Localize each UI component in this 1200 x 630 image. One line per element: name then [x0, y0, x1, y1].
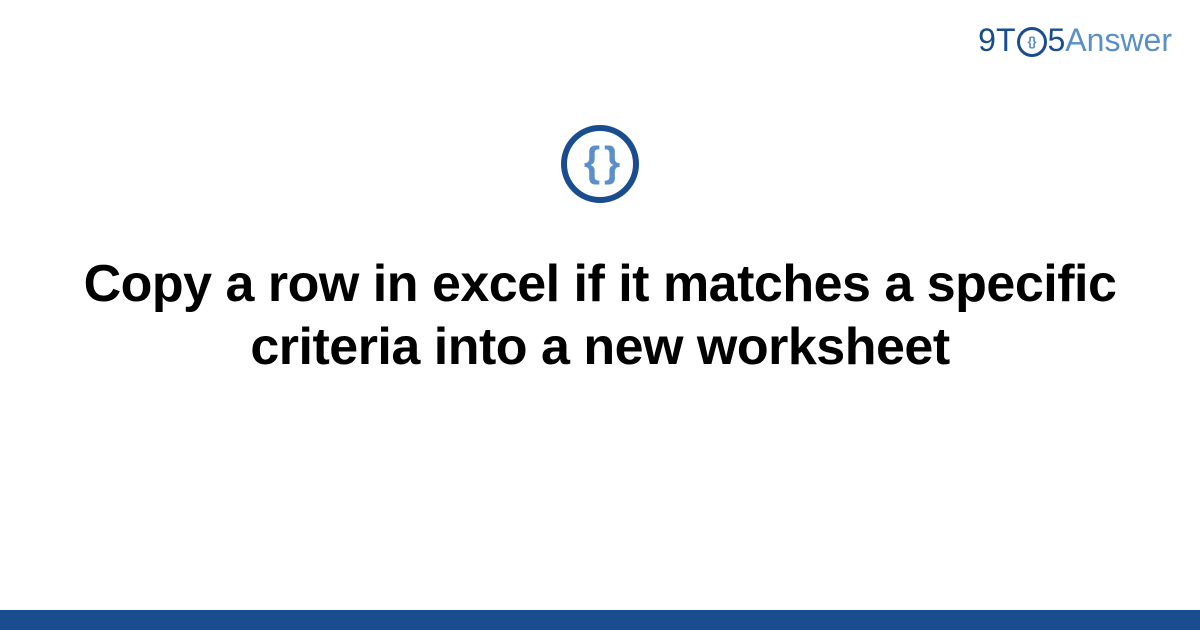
code-braces-icon: { }: [561, 125, 639, 203]
logo-text-9t: 9T: [978, 22, 1015, 59]
page-title: Copy a row in excel if it matches a spec…: [65, 253, 1135, 380]
logo-text-answer: Answer: [1065, 22, 1172, 59]
logo-text-5: 5: [1048, 22, 1066, 59]
logo-braces-icon: {}: [1027, 34, 1035, 49]
braces-glyph: { }: [584, 141, 616, 183]
site-logo: 9T {} 5 Answer: [978, 22, 1172, 59]
footer-bar: [0, 610, 1200, 630]
logo-circle-icon: {}: [1017, 27, 1047, 57]
main-content: { } Copy a row in excel if it matches a …: [0, 125, 1200, 380]
